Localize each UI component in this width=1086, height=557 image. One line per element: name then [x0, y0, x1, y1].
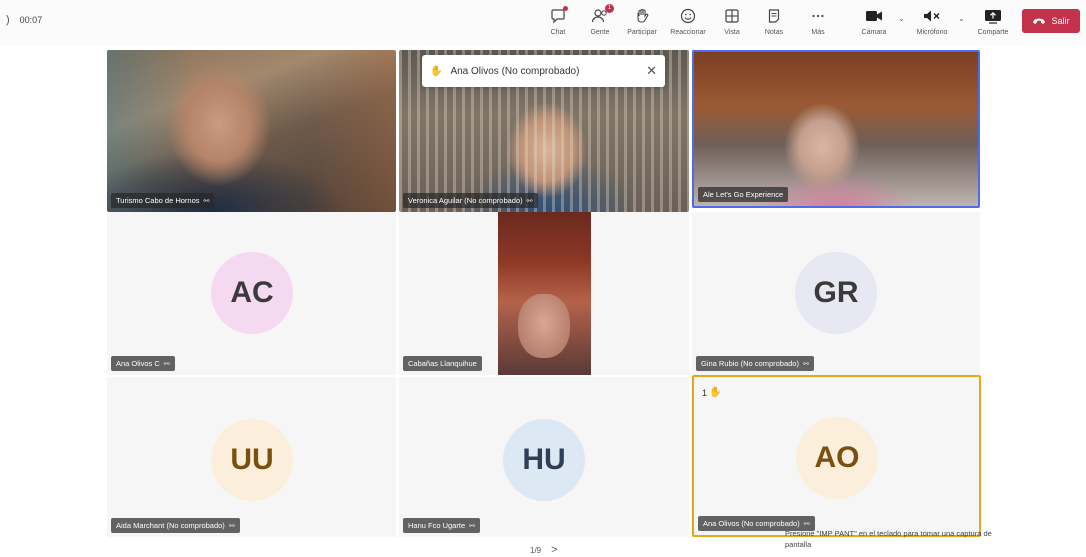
- participant-name: Hanu Fco Ugarte: [408, 521, 466, 530]
- shield-icon: ): [6, 14, 10, 26]
- next-page-chevron-icon[interactable]: >: [551, 544, 557, 556]
- screenshot-hint: Presione "IMP PANT" en el teclado para t…: [785, 529, 992, 549]
- participant-name-tag: Ana Olivos C ⚯: [111, 356, 175, 371]
- participant-tile-aida[interactable]: UU Aida Marchant (No comprobado) ⚯: [107, 377, 396, 537]
- participant-tile-ana-olivos[interactable]: 1 ✋ AO Ana Olivos (No comprobado) ⚯: [692, 375, 981, 537]
- view-label: Vista: [724, 29, 740, 36]
- avatar: UU: [211, 419, 293, 501]
- participant-video-frame: [498, 212, 591, 375]
- participate-label: Participar: [627, 29, 657, 36]
- camera-icon: [864, 6, 884, 26]
- raised-hand-icon: ✋: [430, 65, 443, 77]
- phone-hangup-icon: [1033, 18, 1046, 24]
- notes-label: Notas: [764, 29, 784, 36]
- participant-name: Ana Olivos (No comprobado): [703, 519, 800, 528]
- raised-hand-notification: ✋ Ana Olivos (No comprobado) ✕: [422, 55, 665, 87]
- mic-options-chevron-icon[interactable]: ⌄: [958, 14, 965, 23]
- participant-name-tag: Ale Let's Go Experience: [698, 187, 789, 202]
- participant-name: Gina Rubio (No comprobado): [701, 359, 799, 368]
- mic-label: Micrófono: [916, 29, 948, 36]
- participant-tile-turismo[interactable]: Turismo Cabo de Hornos ⚯: [107, 50, 396, 212]
- notes-button[interactable]: Notas: [754, 6, 794, 42]
- participant-name: Ana Olivos C: [116, 359, 160, 368]
- participant-tile-cabanas[interactable]: Cabañas Llanquihue: [399, 212, 689, 375]
- participant-face: [518, 294, 570, 358]
- meeting-toolbar: ) 00:07 Chat 1 Gente Participar Reaccion…: [0, 0, 1086, 46]
- participant-name-tag: Hanu Fco Ugarte ⚯: [403, 518, 480, 533]
- participant-name: Ale Let's Go Experience: [703, 190, 784, 199]
- more-label: Más: [811, 29, 825, 36]
- people-label: Gente: [590, 29, 610, 36]
- hand-icon: [632, 6, 652, 26]
- hand-queue-number: 1: [702, 387, 708, 398]
- people-icon: 1: [590, 4, 614, 26]
- avatar: AO: [796, 417, 878, 499]
- page-indicator: 1/9: [530, 545, 542, 555]
- camera-button[interactable]: Cámara: [854, 6, 894, 42]
- participant-name: Aida Marchant (No comprobado): [116, 521, 225, 530]
- participant-tile-hanu[interactable]: HU Hanu Fco Ugarte ⚯: [399, 377, 689, 537]
- share-screen-icon: [983, 6, 1003, 26]
- camera-label: Cámara: [861, 29, 887, 36]
- participant-tile-gina[interactable]: GR Gina Rubio (No comprobado) ⚯: [692, 212, 980, 375]
- leave-button[interactable]: Salir: [1022, 9, 1080, 33]
- avatar: AC: [211, 252, 293, 334]
- share-label: Comparte: [977, 29, 1009, 36]
- view-button[interactable]: Vista: [712, 6, 752, 42]
- participant-video-frame: [107, 50, 396, 212]
- more-button[interactable]: Más: [798, 6, 838, 42]
- share-button[interactable]: Comparte: [973, 6, 1013, 42]
- participant-name-tag: Gina Rubio (No comprobado) ⚯: [696, 356, 814, 371]
- notes-icon: [764, 6, 784, 26]
- people-badge: 1: [605, 4, 614, 13]
- camera-options-chevron-icon[interactable]: ⌄: [898, 14, 905, 23]
- raised-hand-icon: ✋: [709, 387, 722, 398]
- close-icon[interactable]: ✕: [646, 63, 657, 79]
- meeting-timer: ) 00:07: [6, 14, 42, 26]
- avatar: GR: [795, 252, 877, 334]
- emoji-icon: [678, 6, 698, 26]
- raise-hand-button[interactable]: Participar: [622, 6, 662, 42]
- mic-muted-icon: ⚯: [526, 197, 533, 205]
- chat-button[interactable]: Chat: [538, 6, 578, 42]
- participant-name: Turismo Cabo de Hornos: [116, 196, 200, 205]
- hand-queue: 1 ✋: [702, 387, 721, 398]
- participant-name: Cabañas Llanquihue: [408, 359, 477, 368]
- chat-icon: [548, 6, 568, 26]
- participant-name-tag: Veronica Aguilar (No comprobado) ⚯: [403, 193, 538, 208]
- react-label: Reaccionar: [670, 29, 706, 36]
- mic-muted-icon: ⚯: [163, 360, 170, 368]
- timer-text: 00:07: [19, 15, 43, 25]
- mic-muted-icon: ⚯: [469, 522, 475, 530]
- grid-view-icon: [722, 6, 742, 26]
- participant-name-tag: Aida Marchant (No comprobado) ⚯: [111, 518, 240, 533]
- participant-tile-ana-c[interactable]: AC Ana Olivos C ⚯: [107, 212, 396, 375]
- mic-muted-icon: ⚯: [228, 522, 235, 530]
- speaker-muted-icon: [922, 6, 942, 26]
- participant-name-tag: Turismo Cabo de Hornos ⚯: [111, 193, 215, 208]
- more-icon: [808, 6, 828, 26]
- leave-label: Salir: [1051, 16, 1070, 26]
- participant-video-frame: [694, 52, 978, 206]
- participant-name: Veronica Aguilar (No comprobado): [408, 196, 523, 205]
- mic-muted-icon: ⚯: [803, 520, 810, 528]
- page-navigator: 1/9 >: [530, 544, 558, 556]
- mic-muted-icon: ⚯: [203, 197, 210, 205]
- avatar: HU: [503, 419, 585, 501]
- chat-label: Chat: [550, 29, 566, 36]
- chat-unread-dot: [563, 6, 568, 11]
- mic-muted-icon: ⚯: [802, 360, 809, 368]
- react-button[interactable]: Reaccionar: [668, 6, 708, 42]
- mic-button[interactable]: Micrófono: [912, 6, 952, 42]
- people-button[interactable]: 1 Gente: [580, 4, 620, 42]
- participant-name-tag: Cabañas Llanquihue: [403, 356, 482, 371]
- raised-hand-name: Ana Olivos (No comprobado): [450, 65, 580, 77]
- participant-tile-ale[interactable]: Ale Let's Go Experience: [692, 50, 980, 208]
